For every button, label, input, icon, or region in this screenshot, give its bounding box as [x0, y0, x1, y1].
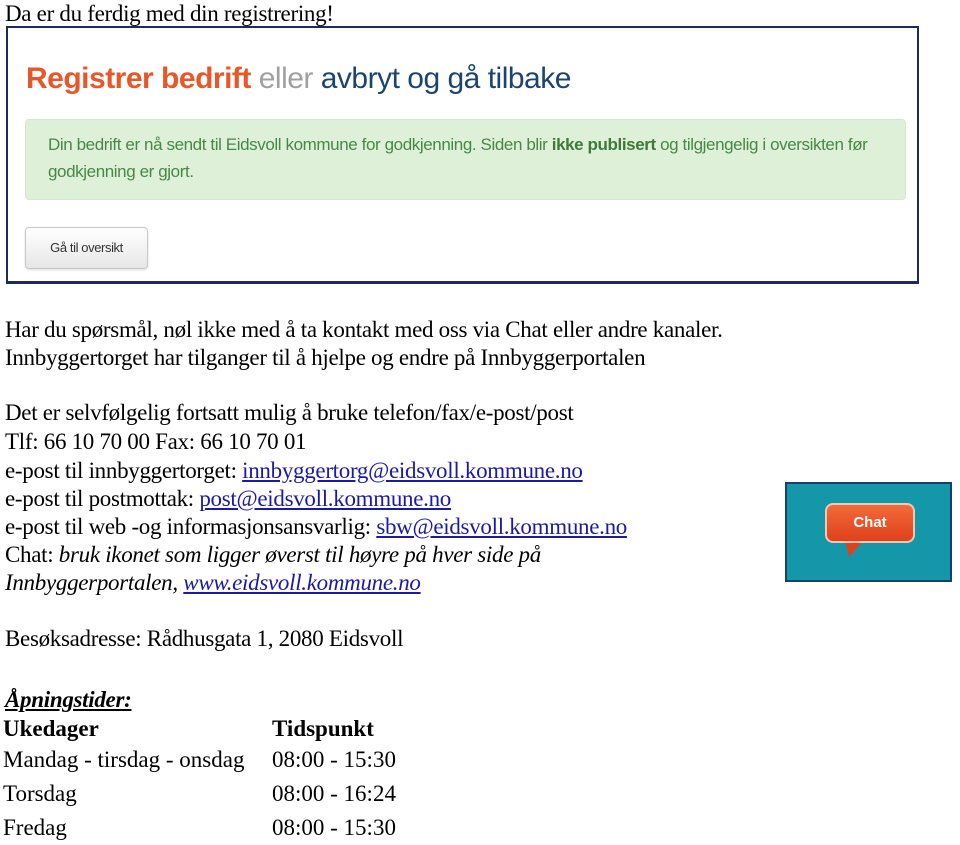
contact-line-2: Innbyggertorget har tilganger til å hjel…: [5, 345, 646, 370]
success-alert: Din bedrift er nå sendt til Eidsvoll kom…: [25, 119, 906, 200]
opening-hours-table: Ukedager Tidspunkt Mandag - tirsdag - on…: [3, 715, 396, 845]
email-line-post: e-post til postmottak: post@eidsvoll.kom…: [5, 485, 451, 513]
table-row: Fredag 08:00 - 15:30: [3, 811, 396, 845]
email3-link[interactable]: sbw@eidsvoll.kommune.no: [376, 514, 627, 539]
phone-fax-line: Tlf: 66 10 70 00 Fax: 66 10 70 01: [5, 429, 307, 454]
col-weekdays: Ukedager: [3, 716, 99, 741]
contact-line-1: Har du spørsmål, nøl ikke med å ta konta…: [5, 317, 723, 342]
table-header-row: Ukedager Tidspunkt: [3, 715, 396, 743]
visit-address: Besøksadresse: Rådhusgata 1, 2080 Eidsvo…: [5, 626, 404, 651]
table-row: Mandag - tirsdag - onsdag 08:00 - 15:30: [3, 743, 396, 777]
row-day: Torsdag: [3, 781, 77, 806]
title-or: eller: [250, 62, 321, 95]
website-line: Innbyggerportalen, www.eidsvoll.kommune.…: [5, 569, 421, 597]
table-row: Torsdag 08:00 - 16:24: [3, 777, 396, 811]
opening-hours-heading: Åpningstider:: [5, 687, 132, 712]
email1-label: e-post til innbyggertorget:: [5, 458, 243, 483]
intro-text: Da er du ferdig med din registrering!: [5, 1, 334, 26]
registration-title: Registrer bedrift eller avbryt og gå til…: [26, 62, 571, 96]
chat-image: Chat: [785, 482, 952, 582]
contact-line-3: Det er selvfølgelig fortsatt mulig å bru…: [5, 400, 574, 425]
email-line-web: e-post til web -og informasjonsansvarlig…: [5, 513, 627, 541]
col-time: Tidspunkt: [272, 716, 374, 741]
row-time: 08:00 - 16:24: [272, 781, 396, 806]
alert-text-1: Din bedrift er nå sendt til Eidsvoll kom…: [48, 135, 552, 154]
row-day: Mandag - tirsdag - onsdag: [3, 747, 245, 772]
title-register: Registrer bedrift: [26, 62, 251, 95]
row-time: 08:00 - 15:30: [272, 815, 396, 840]
email-line-innbyggertorg: e-post til innbyggertorget: innbyggertor…: [5, 457, 583, 485]
row-time: 08:00 - 15:30: [272, 747, 396, 772]
registration-screenshot: Registrer bedrift eller avbryt og gå til…: [6, 26, 919, 284]
chat-bubble-icon: Chat: [825, 503, 915, 543]
email2-label: e-post til postmottak:: [5, 486, 200, 511]
go-to-overview-button[interactable]: Gå til oversikt: [25, 227, 148, 269]
row-day: Fredag: [3, 815, 67, 840]
alert-bold-text: ikke publisert: [551, 135, 656, 154]
chat-instructions: bruk ikonet som ligger øverst til høyre …: [58, 542, 541, 567]
portal-name: Innbyggerportalen,: [5, 570, 184, 595]
email3-label: e-post til web -og informasjonsansvarlig…: [5, 514, 377, 539]
website-link[interactable]: www.eidsvoll.kommune.no: [183, 570, 421, 595]
title-cancel-link[interactable]: avbryt og gå tilbake: [321, 62, 572, 95]
email1-link[interactable]: innbyggertorg@eidsvoll.kommune.no: [242, 458, 583, 483]
email2-link[interactable]: post@eidsvoll.kommune.no: [199, 486, 451, 511]
chat-line: Chat: bruk ikonet som ligger øverst til …: [5, 541, 541, 569]
chat-label: Chat:: [5, 542, 59, 567]
